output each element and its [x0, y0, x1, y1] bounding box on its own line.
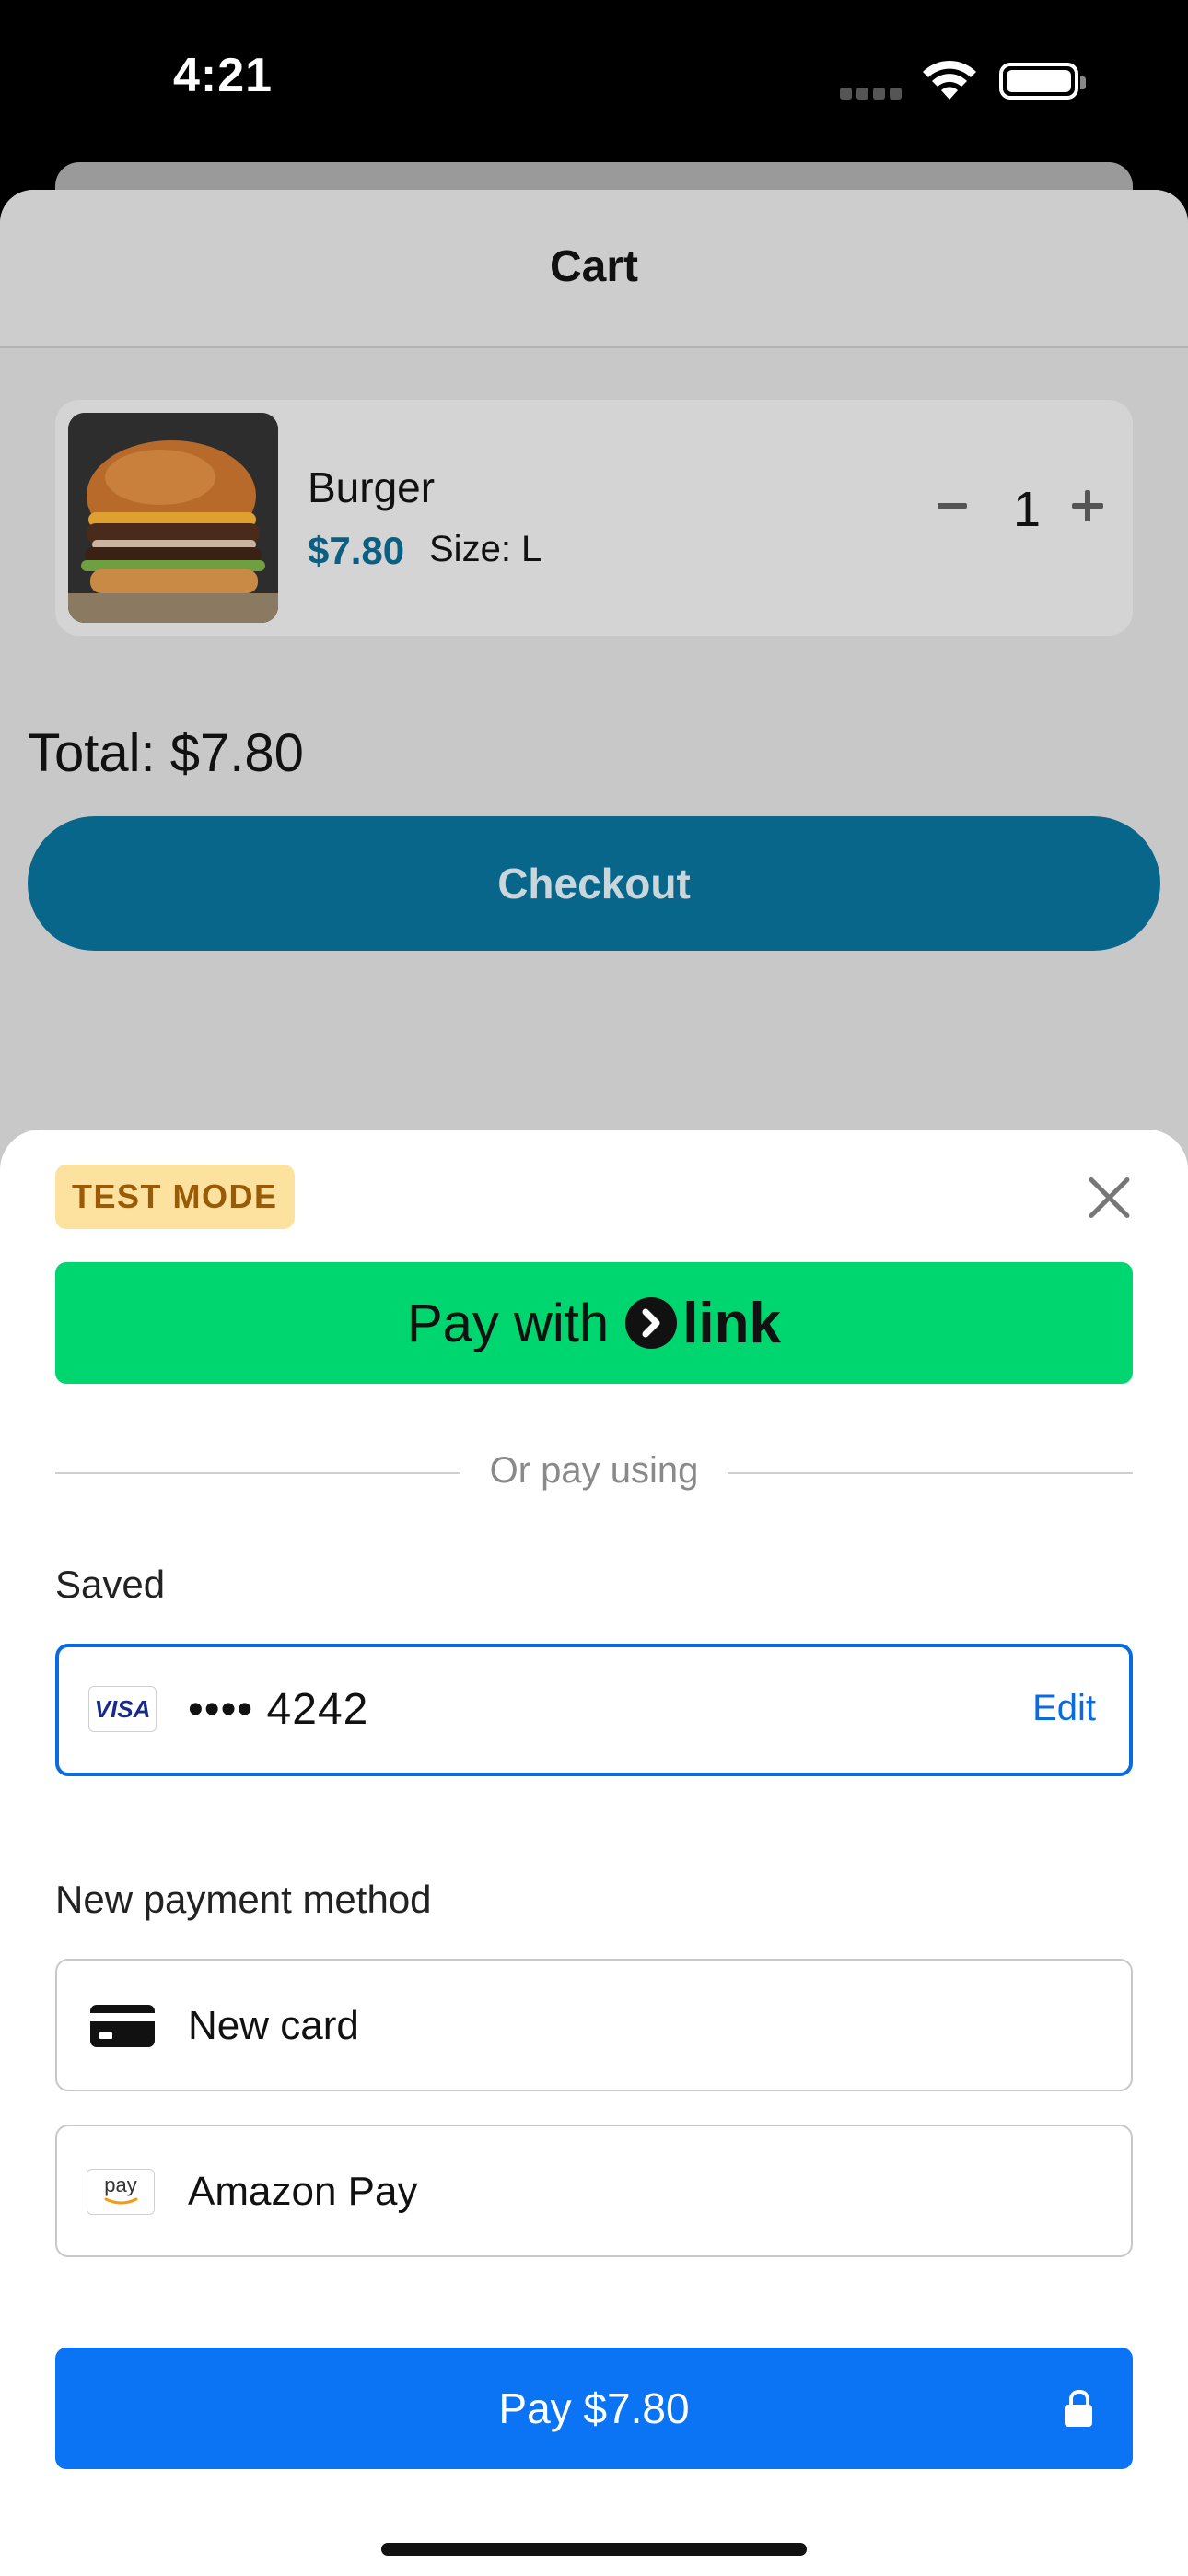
status-time: 4:21 — [173, 49, 274, 102]
item-name: Burger — [308, 463, 436, 511]
payment-sheet: TEST MODE Pay with link Or pay using Sav… — [0, 1130, 1188, 2576]
cart-header: Cart — [0, 190, 1188, 348]
cart-total: Total: $7.80 — [28, 723, 304, 783]
method-label: New card — [188, 2003, 359, 2048]
amazon-pay-icon: pay — [87, 2169, 155, 2215]
link-brand: link — [682, 1291, 781, 1355]
divider — [728, 1472, 1133, 1474]
status-bar: 4:21 — [0, 0, 1188, 175]
item-size: Size: L — [429, 529, 542, 569]
link-button-label: Pay with — [406, 1293, 610, 1353]
visa-icon: VISA — [88, 1686, 157, 1732]
edit-button[interactable]: Edit — [1032, 1688, 1096, 1729]
wifi-icon — [923, 60, 976, 100]
home-indicator[interactable] — [381, 2543, 807, 2556]
close-icon[interactable] — [1087, 1176, 1131, 1220]
page-title: Cart — [549, 242, 639, 291]
pay-with-link-button[interactable]: Pay with link — [55, 1262, 1133, 1384]
item-price: $7.80 — [308, 529, 405, 572]
new-card-option[interactable]: New card — [55, 1959, 1133, 2091]
saved-card-option[interactable]: VISA •••• 4242 Edit — [55, 1644, 1133, 1776]
amazon-pay-icon-text: pay — [104, 2173, 137, 2196]
pay-button-label: Pay $7.80 — [498, 2384, 690, 2432]
burger-image — [68, 413, 278, 623]
checkout-button[interactable]: Checkout — [28, 816, 1160, 951]
decrease-quantity-button[interactable] — [938, 503, 967, 509]
credit-card-icon — [90, 2005, 155, 2047]
item-quantity: 1 — [1013, 482, 1042, 537]
divider-text: Or pay using — [489, 1450, 699, 1491]
saved-section-label: Saved — [55, 1563, 166, 1606]
test-mode-badge: TEST MODE — [55, 1165, 295, 1229]
cellular-signal-icon — [840, 88, 906, 104]
amazon-pay-option[interactable]: pay Amazon Pay — [55, 2125, 1133, 2257]
increase-quantity-button[interactable] — [1072, 490, 1103, 521]
pay-button[interactable]: Pay $7.80 — [55, 2348, 1133, 2469]
saved-card-number: •••• 4242 — [188, 1685, 369, 1734]
lock-icon — [1065, 2390, 1092, 2427]
link-chevron-icon — [625, 1297, 678, 1349]
new-payment-method-label: New payment method — [55, 1878, 432, 1921]
battery-icon — [999, 63, 1086, 100]
cart-item: Burger $7.80 Size: L 1 — [55, 400, 1133, 636]
method-label: Amazon Pay — [188, 2169, 418, 2214]
